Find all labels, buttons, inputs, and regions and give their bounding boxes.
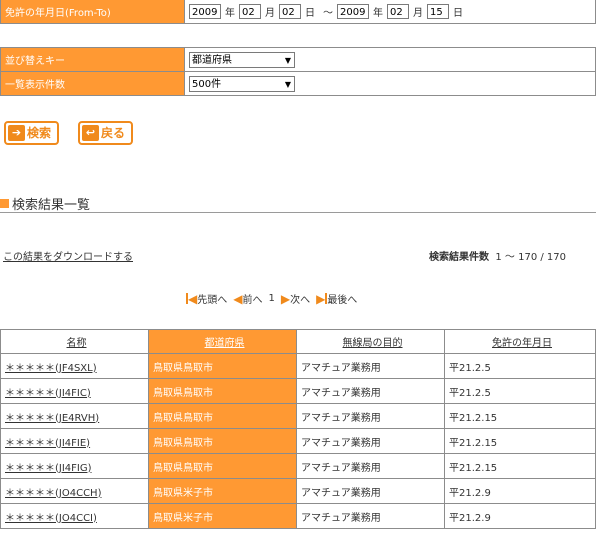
display-count-select[interactable]: 500件 ▼ [189, 75, 295, 92]
day-unit-label: 日 [453, 8, 463, 19]
purpose-cell: アマチュア業務用 [296, 403, 445, 429]
search-button[interactable]: ➔ 検索 [4, 121, 59, 145]
year-unit-label: 年 [225, 8, 235, 19]
back-button-label: 戻る [101, 126, 126, 140]
range-tilde: ～ [323, 8, 333, 19]
display-count-value: 500件 [192, 78, 222, 90]
date-range-label: 免許の年月日(From-To) [0, 0, 185, 24]
search-button-label: 検索 [27, 126, 52, 140]
next-page-icon[interactable]: ▶ [281, 292, 290, 306]
license-date-cell: 平21.2.9 [444, 503, 596, 529]
month-unit-label: 月 [413, 8, 423, 19]
prefecture-cell: 鳥取県米子市 [148, 503, 297, 529]
license-date-cell: 平21.2.15 [444, 403, 596, 429]
purpose-cell: アマチュア業務用 [296, 503, 445, 529]
license-date-cell: 平21.2.9 [444, 478, 596, 504]
from-month-input[interactable]: 02 [239, 4, 261, 19]
from-day-input[interactable]: 02 [279, 4, 301, 19]
date-range-fields: 2009 年 02 月 02 日 ～ 2009 年 02 月 15 日 [184, 0, 596, 24]
next-page-link[interactable]: 次へ [290, 291, 310, 306]
prefecture-cell: 鳥取県鳥取市 [148, 378, 297, 404]
last-page-link[interactable]: 最後へ [327, 291, 357, 306]
square-bullet-icon [0, 199, 9, 208]
license-date-cell: 平21.2.5 [444, 353, 596, 379]
first-page-link[interactable]: 先頭へ [197, 291, 227, 306]
header-prefecture[interactable]: 都道府県 [148, 329, 297, 354]
station-name-cell[interactable]: ＊＊＊＊＊(JI4FIC) [0, 378, 149, 404]
section-title-text: 検索結果一覧 [12, 198, 91, 213]
table-row: ＊＊＊＊＊(JI4FIC) 鳥取県鳥取市 アマチュア業務用 平21.2.5 [0, 378, 596, 404]
header-purpose[interactable]: 無線局の目的 [296, 329, 445, 354]
section-divider [0, 212, 596, 213]
results-table: 名称 都道府県 無線局の目的 免許の年月日 ＊＊＊＊＊(JF4SXL) 鳥取県鳥取… [0, 329, 596, 529]
table-row: ＊＊＊＊＊(JI4FIE) 鳥取県鳥取市 アマチュア業務用 平21.2.15 [0, 428, 596, 454]
to-day-input[interactable]: 15 [427, 4, 449, 19]
license-date-cell: 平21.2.15 [444, 428, 596, 454]
result-count-value: 1 ～ 170 / 170 [495, 252, 566, 263]
to-year-input[interactable]: 2009 [337, 4, 369, 19]
date-range-form: 免許の年月日(From-To) 2009 年 02 月 02 日 ～ 2009 年 02 月 15 日 [0, 0, 596, 24]
month-unit-label: 月 [265, 8, 275, 19]
section-title: 検索結果一覧 [0, 194, 90, 213]
purpose-cell: アマチュア業務用 [296, 378, 445, 404]
pagination: ◀ 先頭へ ◀ 前へ 1 ▶ 次へ ▶ 最後へ [186, 291, 363, 306]
prev-page-icon[interactable]: ◀ [233, 292, 242, 306]
prefecture-cell: 鳥取県鳥取市 [148, 428, 297, 454]
prefecture-cell: 鳥取県鳥取市 [148, 403, 297, 429]
back-button[interactable]: ↩ 戻る [78, 121, 133, 145]
display-count-label: 一覧表示件数 [0, 71, 185, 96]
arrow-right-icon: ➔ [8, 125, 25, 141]
license-date-cell: 平21.2.15 [444, 453, 596, 479]
first-page-icon[interactable]: ◀ [188, 292, 197, 306]
to-month-input[interactable]: 02 [387, 4, 409, 19]
purpose-cell: アマチュア業務用 [296, 428, 445, 454]
purpose-cell: アマチュア業務用 [296, 453, 445, 479]
table-row: ＊＊＊＊＊(JE4RVH) 鳥取県鳥取市 アマチュア業務用 平21.2.15 [0, 403, 596, 429]
sort-key-value: 都道府県 [192, 54, 232, 66]
license-date-cell: 平21.2.5 [444, 378, 596, 404]
dropdown-arrow-icon: ▼ [284, 55, 291, 65]
station-name-cell[interactable]: ＊＊＊＊＊(JI4FIE) [0, 428, 149, 454]
station-name-cell[interactable]: ＊＊＊＊＊(JI4FIG) [0, 453, 149, 479]
station-name-cell[interactable]: ＊＊＊＊＊(JO4CCH) [0, 478, 149, 504]
download-link[interactable]: この結果をダウンロードする [3, 248, 133, 263]
result-count: 検索結果件数 1 ～ 170 / 170 [429, 248, 566, 263]
return-arrow-icon: ↩ [82, 125, 99, 141]
table-row: ＊＊＊＊＊(JO4CCH) 鳥取県米子市 アマチュア業務用 平21.2.9 [0, 478, 596, 504]
table-row: ＊＊＊＊＊(JO4CCI) 鳥取県米子市 アマチュア業務用 平21.2.9 [0, 503, 596, 529]
prefecture-cell: 鳥取県鳥取市 [148, 453, 297, 479]
table-header-row: 名称 都道府県 無線局の目的 免許の年月日 [0, 329, 596, 354]
prefecture-cell: 鳥取県鳥取市 [148, 353, 297, 379]
year-unit-label: 年 [373, 8, 383, 19]
purpose-cell: アマチュア業務用 [296, 478, 445, 504]
station-name-cell[interactable]: ＊＊＊＊＊(JF4SXL) [0, 353, 149, 379]
sort-key-label: 並び替えキー [0, 47, 185, 72]
prefecture-cell: 鳥取県米子市 [148, 478, 297, 504]
prev-page-link[interactable]: 前へ [242, 291, 262, 306]
from-year-input[interactable]: 2009 [189, 4, 221, 19]
day-unit-label: 日 [305, 8, 315, 19]
sort-options-form: 並び替えキー 都道府県 ▼ 一覧表示件数 500件 ▼ [0, 47, 596, 96]
dropdown-arrow-icon: ▼ [284, 79, 291, 89]
current-page: 1 [268, 293, 275, 304]
header-name[interactable]: 名称 [0, 329, 149, 354]
purpose-cell: アマチュア業務用 [296, 353, 445, 379]
header-license-date[interactable]: 免許の年月日 [444, 329, 596, 354]
last-page-icon[interactable]: ▶ [316, 292, 325, 306]
table-row: ＊＊＊＊＊(JF4SXL) 鳥取県鳥取市 アマチュア業務用 平21.2.5 [0, 353, 596, 379]
station-name-cell[interactable]: ＊＊＊＊＊(JO4CCI) [0, 503, 149, 529]
result-count-label: 検索結果件数 [429, 252, 490, 263]
table-row: ＊＊＊＊＊(JI4FIG) 鳥取県鳥取市 アマチュア業務用 平21.2.15 [0, 453, 596, 479]
sort-key-select[interactable]: 都道府県 ▼ [189, 51, 295, 68]
station-name-cell[interactable]: ＊＊＊＊＊(JE4RVH) [0, 403, 149, 429]
